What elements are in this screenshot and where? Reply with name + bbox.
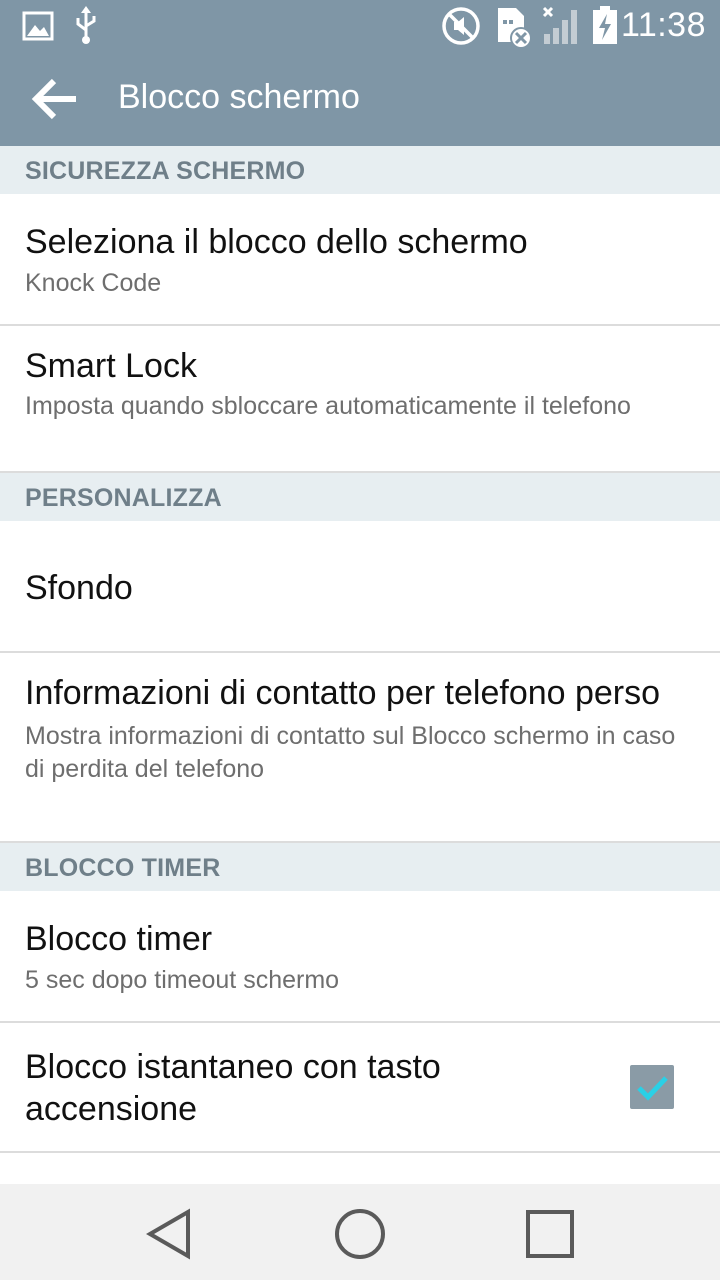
back-button[interactable] (22, 70, 86, 128)
item-title: Seleziona il blocco dello schermo (25, 223, 528, 261)
nav-recents-button[interactable] (520, 1204, 580, 1264)
list-item-select-screen-lock[interactable]: Seleziona il blocco dello schermo Knock … (0, 194, 720, 326)
sim-error-icon (498, 8, 532, 49)
battery-charging-icon (593, 6, 617, 44)
list-item-lost-phone-contact-info[interactable]: Informazioni di contatto per telefono pe… (0, 653, 720, 843)
item-title: Blocco timer (25, 920, 213, 958)
item-title: Smart Lock (25, 347, 197, 385)
item-subtitle: Mostra informazioni di contatto sul Bloc… (25, 722, 676, 783)
checkmark-icon (637, 1076, 668, 1101)
list-item-smart-lock[interactable]: Smart Lock Imposta quando sbloccare auto… (0, 326, 720, 473)
section-header-screen-security: SICUREZZA SCHERMO (0, 146, 720, 194)
navigation-bar (0, 1184, 720, 1280)
nav-home-button[interactable] (330, 1204, 390, 1264)
signal-icon (542, 6, 577, 44)
back-triangle-icon (146, 1208, 190, 1260)
status-bar: 11:38 (0, 0, 720, 52)
item-title: Blocco istantaneo con tasto accensione (25, 1048, 441, 1128)
item-title: Sfondo (25, 569, 133, 607)
item-subtitle: Knock Code (25, 269, 162, 297)
list-item-wallpaper[interactable]: Sfondo (0, 521, 720, 653)
settings-list: SICUREZZA SCHERMO Seleziona il blocco de… (0, 146, 720, 1153)
item-subtitle: 5 sec dopo timeout schermo (25, 966, 340, 994)
status-time: 11:38 (620, 6, 706, 44)
arrow-left-icon (31, 78, 76, 120)
section-header-lock-timer: BLOCCO TIMER (0, 843, 720, 891)
list-item-lock-timer[interactable]: Blocco timer 5 sec dopo timeout schermo (0, 891, 720, 1023)
section-header-customize: PERSONALIZZA (0, 473, 720, 521)
home-circle-icon (335, 1209, 385, 1259)
nav-back-button[interactable] (140, 1204, 200, 1264)
page-title: Blocco schermo (118, 78, 360, 116)
app-bar: Blocco schermo (0, 52, 720, 146)
power-key-lock-checkbox[interactable] (630, 1065, 674, 1109)
mute-icon (442, 7, 480, 45)
list-item-power-key-instant-lock[interactable]: Blocco istantaneo con tasto accensione (0, 1023, 720, 1153)
usb-icon (76, 6, 96, 44)
item-subtitle: Imposta quando sbloccare automaticamente… (25, 392, 631, 420)
recents-square-icon (526, 1210, 574, 1258)
image-icon (22, 11, 54, 41)
item-title: Informazioni di contatto per telefono pe… (25, 674, 661, 712)
